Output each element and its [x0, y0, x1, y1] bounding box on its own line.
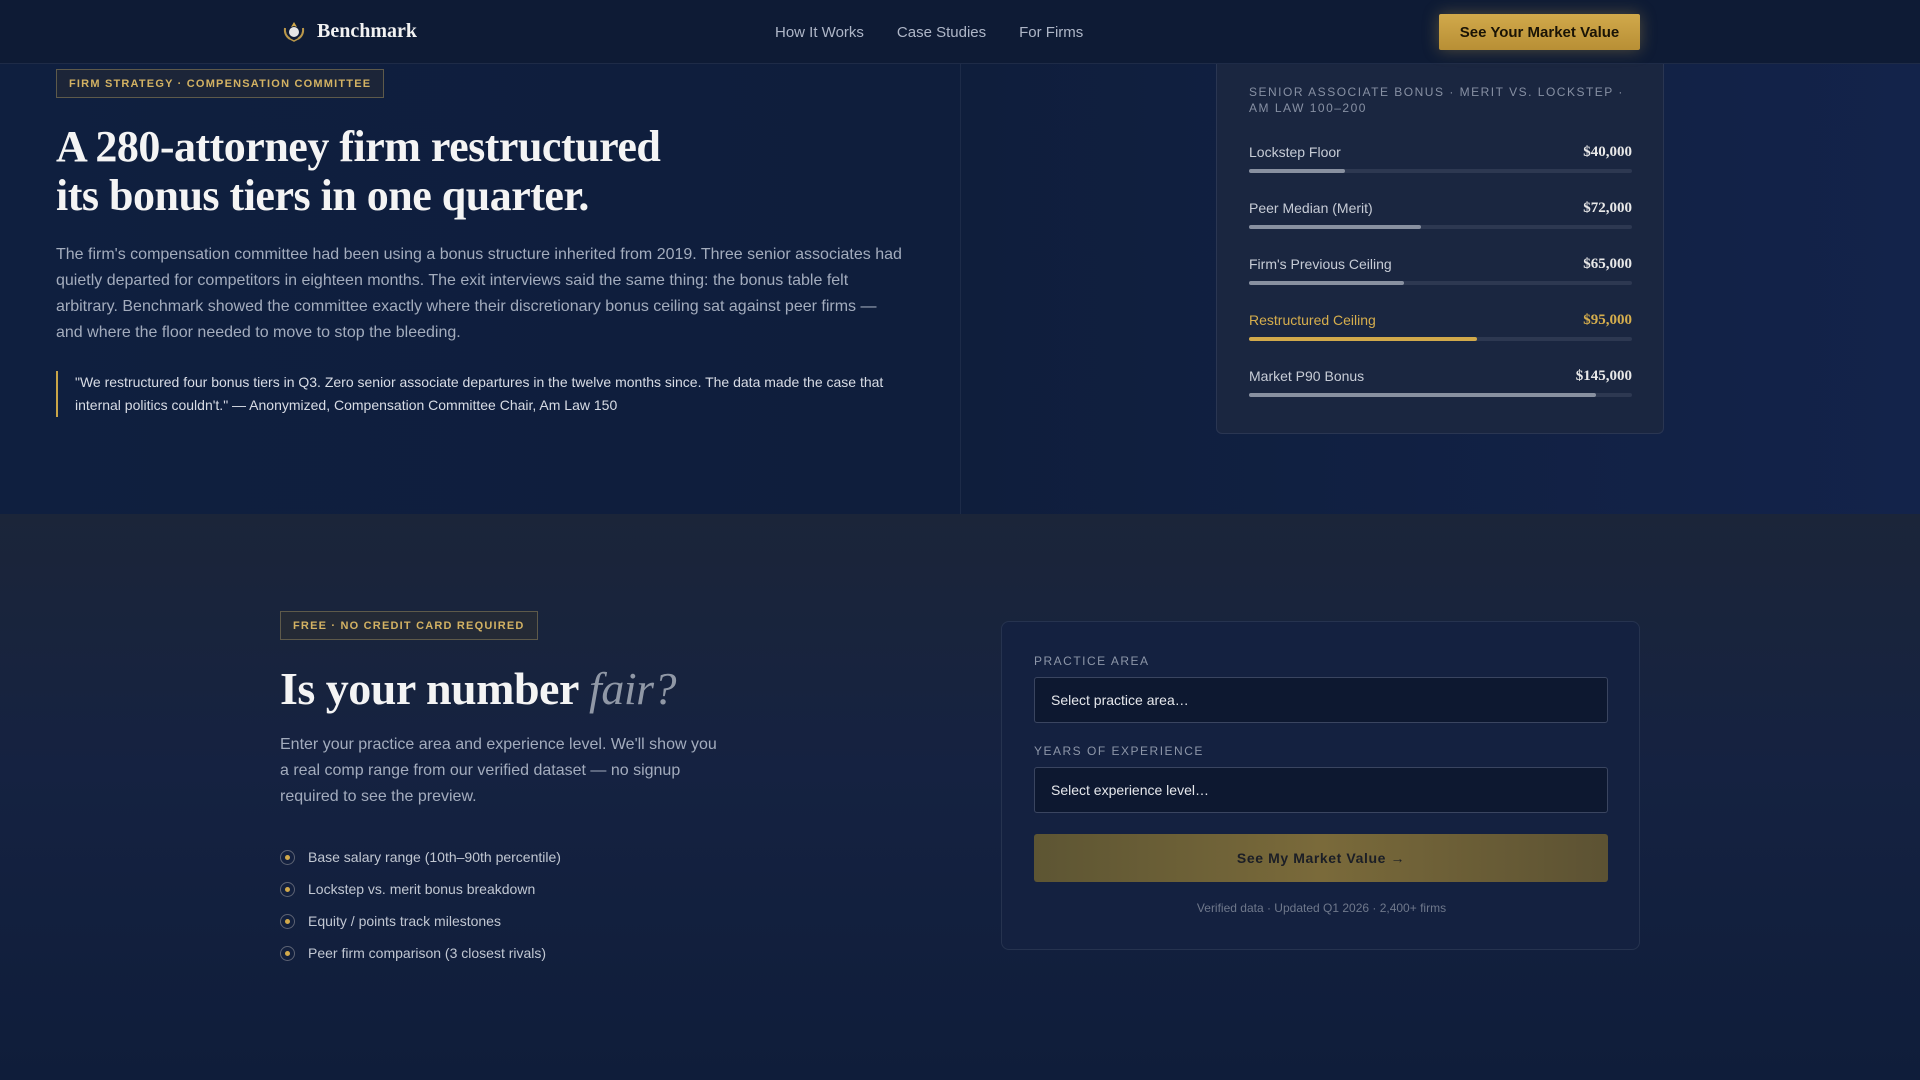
experience-select[interactable]: Select experience level…: [1034, 767, 1608, 813]
market-value-title-accent: fair?: [589, 663, 677, 714]
see-my-market-value-button[interactable]: See My Market Value →: [1034, 834, 1608, 882]
bullet-dot-icon: [280, 849, 295, 865]
bonus-bar-track: [1249, 169, 1632, 173]
case-study-section: FIRM STRATEGY · COMPENSATION COMMITTEE A…: [0, 64, 1920, 514]
logo-text: Benchmark: [317, 19, 417, 42]
nav-link-how-it-works[interactable]: How It Works: [775, 24, 864, 41]
bonus-row-value: $72,000: [1583, 200, 1632, 216]
case-study-quote: "We restructured four bonus tiers in Q3.…: [56, 371, 906, 417]
bonus-comparison-card: SENIOR ASSOCIATE BONUS · MERIT VS. LOCKS…: [1216, 64, 1664, 434]
bullet-dot-icon: [280, 881, 295, 897]
nav-link-case-studies[interactable]: Case Studies: [897, 24, 986, 41]
feature-item: Lockstep vs. merit bonus breakdown: [280, 873, 561, 905]
nav-links: How It Works Case Studies For Firms: [775, 0, 1083, 64]
bonus-row-peer-median: Peer Median (Merit) $72,000: [1249, 200, 1632, 240]
form-footnote: Verified data · Updated Q1 2026 · 2,400+…: [1196, 901, 1447, 915]
bonus-card-title: SENIOR ASSOCIATE BONUS · MERIT VS. LOCKS…: [1249, 85, 1624, 115]
bonus-row-label: Lockstep Floor: [1249, 144, 1341, 160]
bonus-row-label: Peer Median (Merit): [1249, 200, 1373, 216]
feature-text: Base salary range (10th–90th percentile): [308, 849, 561, 865]
case-study-title-line-1: A 280-attorney firm restructured: [56, 122, 661, 171]
case-study-body: The firm's compensation committee had be…: [56, 246, 902, 341]
bonus-row-market-p90: Market P90 Bonus $145,000: [1249, 368, 1632, 408]
feature-item: Base salary range (10th–90th percentile): [280, 841, 561, 873]
practice-area-select[interactable]: Select practice area…: [1034, 677, 1608, 723]
bonus-row-value: $145,000: [1575, 368, 1632, 384]
laurel-crest-icon: [283, 22, 305, 42]
bonus-bar-track: [1249, 337, 1632, 341]
see-market-value-button[interactable]: See Your Market Value: [1439, 14, 1640, 50]
case-study-title: A 280-attorney firm restructured its bon…: [56, 122, 756, 220]
case-study-eyebrow: FIRM STRATEGY · COMPENSATION COMMITTEE: [56, 69, 385, 98]
feature-item: Equity / points track milestones: [280, 905, 561, 937]
feature-text: Peer firm comparison (3 closest rivals): [308, 945, 547, 961]
bonus-row-previous-ceiling: Firm's Previous Ceiling $65,000: [1249, 256, 1632, 296]
bonus-row-label: Market P90 Bonus: [1249, 368, 1365, 384]
bonus-row-lockstep-floor: Lockstep Floor $40,000: [1249, 144, 1632, 184]
bonus-row-value: $65,000: [1583, 256, 1632, 272]
logo[interactable]: Benchmark: [281, 18, 417, 44]
market-value-form: PRACTICE AREA Select practice area… YEAR…: [1001, 621, 1640, 950]
bonus-row-value: $40,000: [1583, 144, 1632, 160]
free-badge: FREE · NO CREDIT CARD REQUIRED: [280, 611, 538, 640]
market-value-title-main: Is your number: [280, 663, 579, 714]
section-divider: [960, 64, 961, 514]
bonus-bar-fill: [1249, 169, 1345, 173]
bonus-row-label: Firm's Previous Ceiling: [1249, 256, 1392, 272]
bonus-row-value: $95,000: [1583, 312, 1632, 328]
feature-list: Base salary range (10th–90th percentile)…: [280, 841, 561, 969]
top-nav: Benchmark How It Works Case Studies For …: [0, 0, 1920, 64]
bonus-bar-track: [1249, 281, 1632, 285]
market-value-section: FREE · NO CREDIT CARD REQUIRED Is your n…: [0, 514, 1920, 1080]
market-value-title: Is your number fair?: [280, 662, 677, 715]
market-value-body: Enter your practice area and experience …: [280, 736, 717, 805]
bonus-bar-track: [1249, 225, 1632, 229]
feature-item: Peer firm comparison (3 closest rivals): [280, 937, 561, 969]
bonus-bar-track: [1249, 393, 1632, 397]
feature-text: Equity / points track milestones: [308, 913, 501, 929]
bonus-row-label: Restructured Ceiling: [1249, 312, 1376, 328]
bullet-dot-icon: [280, 913, 295, 929]
bonus-bar-fill: [1249, 337, 1477, 341]
case-study-title-line-2: its bonus tiers in one quarter.: [56, 171, 589, 220]
experience-label: YEARS OF EXPERIENCE: [1034, 744, 1204, 758]
feature-text: Lockstep vs. merit bonus breakdown: [308, 881, 536, 897]
bonus-bar-fill: [1249, 225, 1422, 229]
bonus-bar-fill: [1249, 393, 1596, 397]
practice-area-label: PRACTICE AREA: [1034, 654, 1150, 668]
bonus-row-restructured-ceiling: Restructured Ceiling $95,000: [1249, 312, 1632, 352]
bullet-dot-icon: [280, 945, 295, 961]
bonus-bar-fill: [1249, 281, 1405, 285]
nav-link-for-firms[interactable]: For Firms: [1019, 24, 1083, 41]
